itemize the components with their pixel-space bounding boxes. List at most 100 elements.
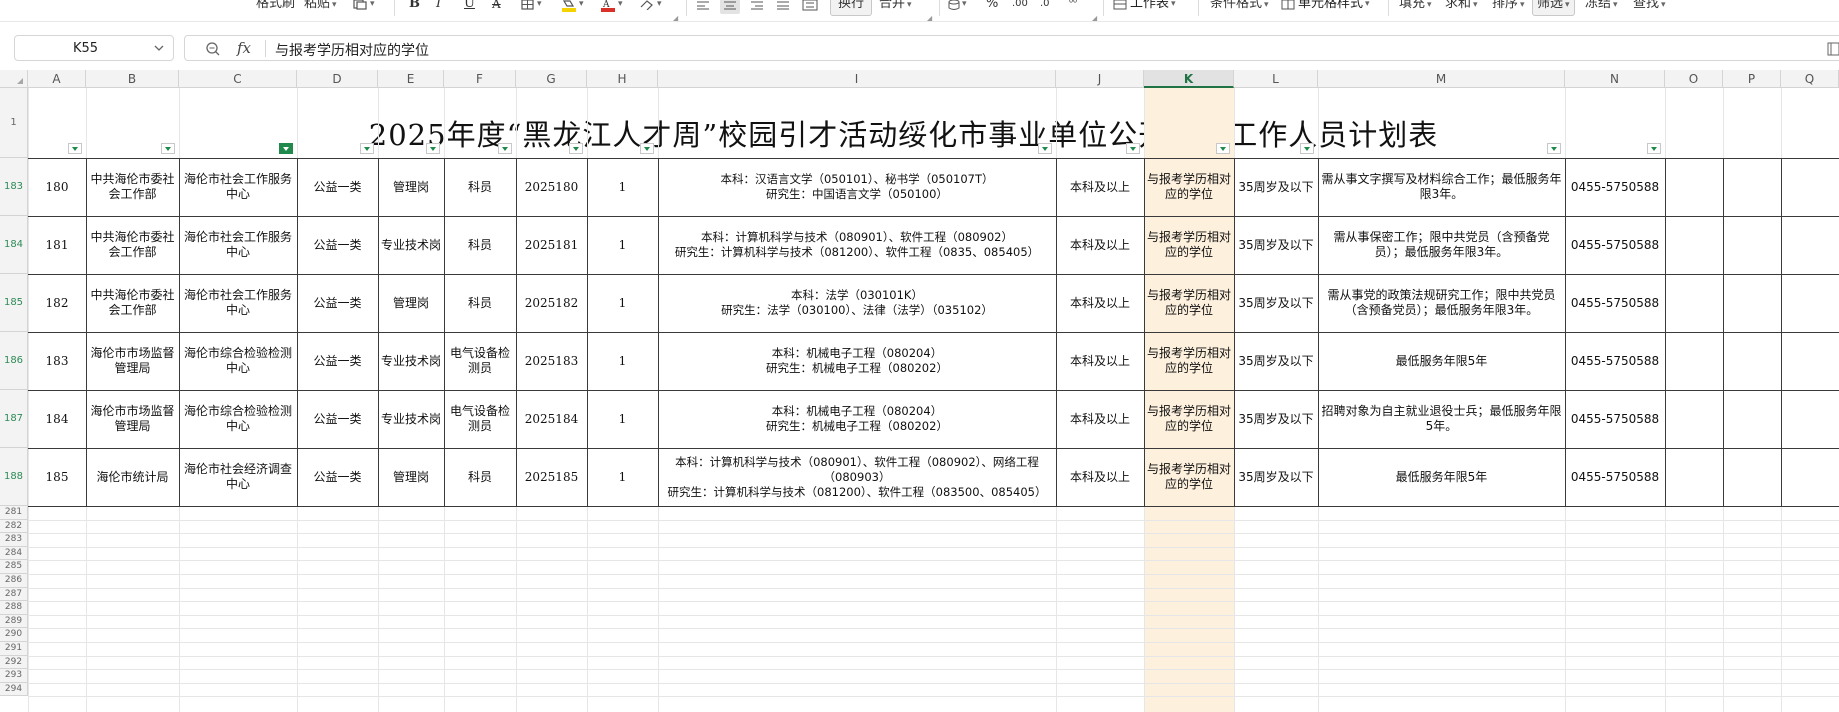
row-header[interactable]: 290 xyxy=(0,628,28,642)
sum-button[interactable]: 求和 ▾ xyxy=(1445,0,1478,14)
cell-post-name[interactable]: 科员 xyxy=(444,274,516,332)
column-header-d[interactable]: D xyxy=(297,70,378,88)
borders-button[interactable]: ▾ xyxy=(521,0,542,14)
cell-age[interactable]: 35周岁及以下 xyxy=(1234,448,1318,506)
formula-content[interactable]: 与报考学历相对应的学位 xyxy=(275,40,429,60)
filter-dropdown-button[interactable] xyxy=(1216,143,1230,154)
font-color-button[interactable]: A ▾ xyxy=(600,0,623,14)
cell-degree[interactable]: 与报考学历相对应的学位 xyxy=(1144,448,1234,506)
italic-button[interactable]: I xyxy=(436,0,441,14)
cell-degree[interactable]: 与报考学历相对应的学位 xyxy=(1144,332,1234,390)
cell-count[interactable]: 1 xyxy=(587,158,658,216)
fill-color-button[interactable]: ▾ xyxy=(561,0,584,14)
cell-code[interactable]: 2025183 xyxy=(516,332,587,390)
cell-dept[interactable]: 海伦市统计局 xyxy=(86,448,179,506)
cell-dept[interactable]: 中共海伦市委社会工作部 xyxy=(86,158,179,216)
cell-code[interactable]: 2025185 xyxy=(516,448,587,506)
worksheet-button[interactable]: 工作表 ▾ xyxy=(1113,0,1176,14)
row-header[interactable]: 283 xyxy=(0,533,28,547)
filter-dropdown-button[interactable] xyxy=(360,143,374,154)
find-button[interactable]: 查找 ▾ xyxy=(1633,0,1666,14)
row-header[interactable]: 284 xyxy=(0,546,28,561)
cell-post-name[interactable]: 科员 xyxy=(444,448,516,506)
cell-unit[interactable]: 海伦市综合检验检测中心 xyxy=(179,390,297,448)
cell-education[interactable]: 本科及以上 xyxy=(1056,332,1144,390)
freeze-button[interactable]: 冻结 ▾ xyxy=(1585,0,1618,14)
cell-major[interactable]: 本科：计算机科学与技术（080901）、软件工程（080902）、网络工程（08… xyxy=(658,448,1056,506)
cell-degree[interactable]: 与报考学历相对应的学位 xyxy=(1144,274,1234,332)
cell-code[interactable]: 2025181 xyxy=(516,216,587,274)
cell-unit[interactable]: 海伦市综合检验检测中心 xyxy=(179,332,297,390)
cell-style-button[interactable]: 单元格样式 ▾ xyxy=(1281,0,1370,14)
column-header-e[interactable]: E xyxy=(378,70,444,88)
cell-unit[interactable]: 海伦市社会工作服务中心 xyxy=(179,274,297,332)
cell-major[interactable]: 本科：汉语言文学（050101）、秘书学（050107T） 研究生：中国语言文学… xyxy=(658,158,1056,216)
row-header[interactable]: 288 xyxy=(0,601,28,615)
cell-seq[interactable]: 181 xyxy=(28,216,86,274)
copy-button[interactable]: ▾ xyxy=(352,0,375,14)
filter-dropdown-button[interactable] xyxy=(640,143,654,154)
cell-post-type[interactable]: 专业技术岗 xyxy=(378,216,444,274)
column-header-o[interactable]: O xyxy=(1665,70,1723,88)
cell-other[interactable]: 需从事党的政策法规研究工作；限中共党员（含预备党员）；最低服务年限3年。 xyxy=(1318,274,1565,332)
cell-post-type[interactable]: 专业技术岗 xyxy=(378,332,444,390)
percent-button[interactable]: % xyxy=(986,0,998,14)
cell-education[interactable]: 本科及以上 xyxy=(1056,390,1144,448)
row-header[interactable]: 185 xyxy=(0,274,28,332)
row-header[interactable]: 289 xyxy=(0,614,28,629)
cell-code[interactable]: 2025184 xyxy=(516,390,587,448)
cell-age[interactable]: 35周岁及以下 xyxy=(1234,274,1318,332)
cell-major[interactable]: 本科：机械电子工程（080204） 研究生：机械电子工程（080202） xyxy=(658,332,1056,390)
justify-icon[interactable] xyxy=(776,0,790,10)
row-header[interactable]: 292 xyxy=(0,655,28,670)
cell-other[interactable]: 需从事保密工作；限中共党员（含预备党员）；最低服务年限3年。 xyxy=(1318,216,1565,274)
increase-decimal-button[interactable]: .00 xyxy=(1012,0,1028,14)
filter-dropdown-button[interactable] xyxy=(426,143,440,154)
font-dialog-launcher-icon[interactable]: ◢ xyxy=(672,14,678,21)
cell-phone[interactable]: 0455-5750588 xyxy=(1565,274,1665,332)
cell-other[interactable]: 最低服务年限5年 xyxy=(1318,332,1565,390)
cell-degree[interactable]: 与报考学历相对应的学位 xyxy=(1144,158,1234,216)
cell-count[interactable]: 1 xyxy=(587,274,658,332)
column-header-l[interactable]: L xyxy=(1234,70,1318,88)
spreadsheet-grid[interactable]: 2025年度“黑龙江人才周”校园引才活动绥化市事业单位公开招聘工作人员计划表 A… xyxy=(0,70,1839,712)
cell-post-type[interactable]: 管理岗 xyxy=(378,274,444,332)
cell-seq[interactable]: 182 xyxy=(28,274,86,332)
row-header[interactable]: 188 xyxy=(0,448,28,506)
cell-education[interactable]: 本科及以上 xyxy=(1056,158,1144,216)
cell-seq[interactable]: 185 xyxy=(28,448,86,506)
select-all-corner[interactable] xyxy=(0,70,28,88)
cell-count[interactable]: 1 xyxy=(587,216,658,274)
row-header[interactable]: 281 xyxy=(0,506,28,520)
cell-category[interactable]: 公益一类 xyxy=(297,158,378,216)
cell-dept[interactable]: 海伦市市场监督管理局 xyxy=(86,332,179,390)
cell-phone[interactable]: 0455-5750588 xyxy=(1565,216,1665,274)
cell-post-name[interactable]: 电气设备检测员 xyxy=(444,332,516,390)
row-header[interactable]: 184 xyxy=(0,216,28,274)
cell-code[interactable]: 2025182 xyxy=(516,274,587,332)
strikethrough-button[interactable]: A xyxy=(492,0,501,14)
number-dialog-launcher-icon[interactable]: ◢ xyxy=(1091,14,1097,21)
row-header[interactable]: 286 xyxy=(0,574,28,588)
cell-education[interactable]: 本科及以上 xyxy=(1056,216,1144,274)
column-header-q[interactable]: Q xyxy=(1781,70,1839,88)
column-header-b[interactable]: B xyxy=(86,70,179,88)
filter-dropdown-button[interactable] xyxy=(1300,143,1314,154)
filter-button[interactable]: 筛选 ▾ xyxy=(1532,0,1575,16)
cell-post-type[interactable]: 管理岗 xyxy=(378,448,444,506)
cell-other[interactable]: 需从事文字撰写及材料综合工作；最低服务年限3年。 xyxy=(1318,158,1565,216)
column-header-a[interactable]: A xyxy=(28,70,86,88)
filter-dropdown-button[interactable] xyxy=(279,143,293,154)
filter-dropdown-button[interactable] xyxy=(1126,143,1140,154)
cell-dept[interactable]: 海伦市市场监督管理局 xyxy=(86,390,179,448)
row-header[interactable]: 187 xyxy=(0,390,28,448)
cell-code[interactable]: 2025180 xyxy=(516,158,587,216)
cell-unit[interactable]: 海伦市社会经济调查中心 xyxy=(179,448,297,506)
paste-button[interactable]: 粘贴 ▾ xyxy=(304,0,337,14)
distributed-icon[interactable] xyxy=(802,0,818,11)
cell-category[interactable]: 公益一类 xyxy=(297,274,378,332)
cell-major[interactable]: 本科：法学（030101K） 研究生：法学（030100）、法律（法学）（035… xyxy=(658,274,1056,332)
cell-dept[interactable]: 中共海伦市委社会工作部 xyxy=(86,274,179,332)
row-header[interactable]: 1 xyxy=(0,88,28,158)
fx-icon[interactable]: fx xyxy=(237,39,251,57)
